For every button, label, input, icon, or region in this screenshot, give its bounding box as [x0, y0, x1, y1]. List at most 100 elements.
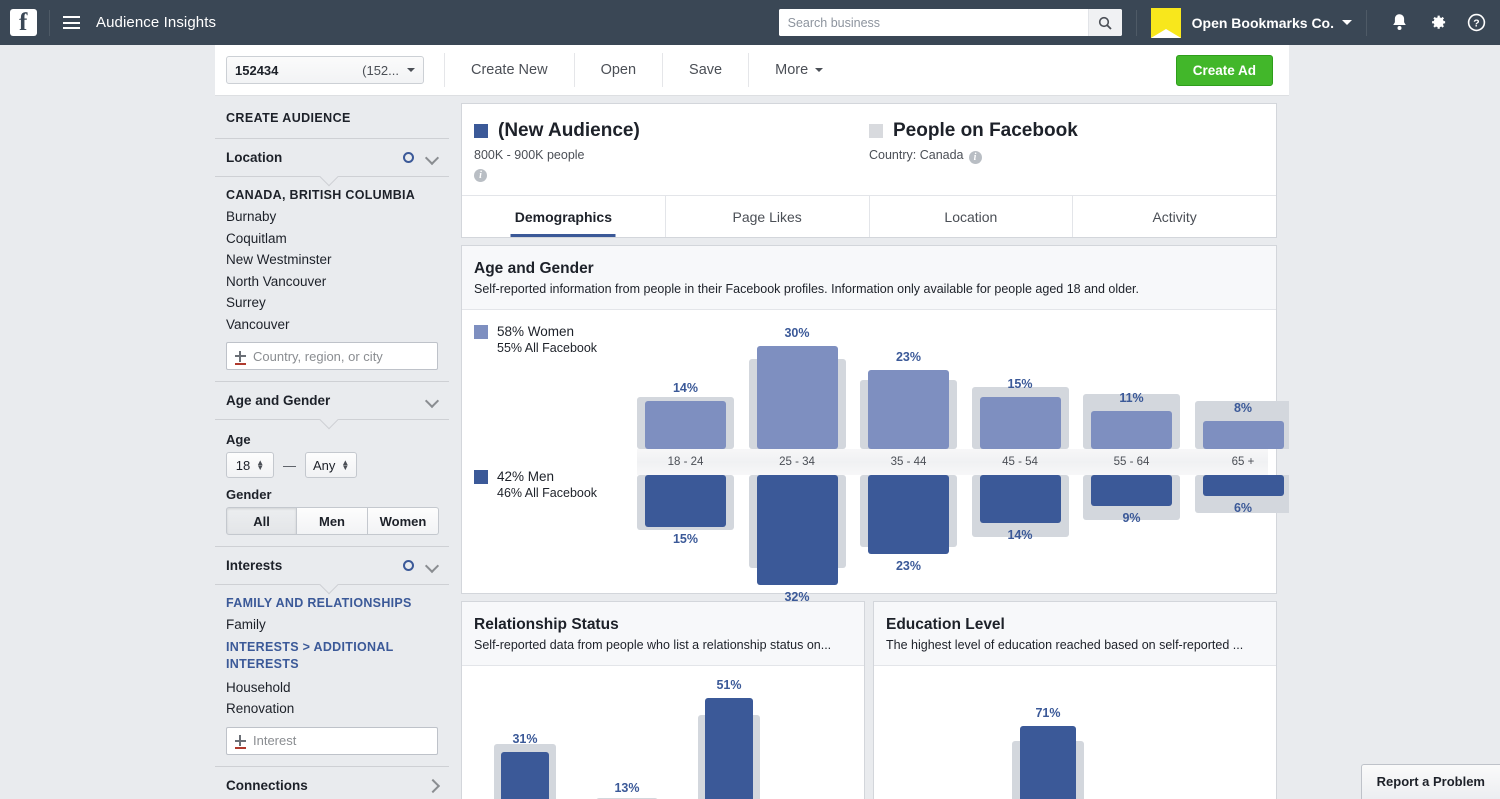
women-bar[interactable] [979, 397, 1061, 449]
location-input[interactable]: Country, region, or city [226, 342, 438, 370]
location-city-item[interactable]: Vancouver [226, 314, 438, 336]
location-city-item[interactable]: Coquitlam [226, 228, 438, 250]
gender-option-women[interactable]: Women [368, 507, 439, 535]
audience-summary-card: (New Audience) 800K - 900K people i Peop… [461, 103, 1277, 238]
age-axis-label: 35 - 44 [890, 456, 927, 468]
age-axis-label: 65 + [1231, 456, 1255, 468]
create-new-button[interactable]: Create New [445, 45, 574, 96]
age-gender-section-header[interactable]: Age and Gender [215, 382, 449, 419]
save-button[interactable]: Save [663, 45, 748, 96]
tab-location[interactable]: Location [868, 196, 1073, 237]
value-bar[interactable] [705, 698, 753, 799]
women-bar[interactable] [756, 345, 838, 449]
hamburger-menu-icon[interactable] [63, 16, 80, 29]
men-bar[interactable] [756, 475, 838, 586]
education-card-header: Education Level The highest level of edu… [874, 602, 1276, 666]
men-bar[interactable] [1091, 475, 1172, 507]
value-bar-label: 31% [512, 732, 538, 747]
svg-text:?: ? [1473, 19, 1479, 30]
men-bar-label: 15% [672, 531, 699, 546]
women-legend: 58% Women 55% All Facebook [474, 324, 597, 355]
value-bar[interactable] [1020, 725, 1076, 799]
more-button[interactable]: More [749, 45, 849, 96]
gender-option-men[interactable]: Men [297, 507, 368, 535]
men-bar[interactable] [1202, 475, 1284, 496]
location-city-item[interactable]: Surrey [226, 292, 438, 314]
info-icon[interactable]: i [474, 169, 487, 182]
interest-item[interactable]: Renovation [226, 698, 438, 720]
tab-demographics[interactable]: Demographics [462, 196, 665, 237]
gender-label: Gender [226, 487, 272, 502]
primary-audience-name: (New Audience) [498, 120, 640, 141]
search-box[interactable] [778, 9, 1122, 36]
chevron-down-icon[interactable] [1342, 20, 1352, 25]
settings-dot-icon[interactable] [403, 152, 414, 163]
location-section-header[interactable]: Location [215, 139, 449, 176]
interest-item[interactable]: Family [226, 614, 438, 636]
location-city-item[interactable]: Burnaby [226, 206, 438, 228]
interests-group1-title[interactable]: FAMILY AND RELATIONSHIPS [226, 596, 438, 610]
men-bar[interactable] [979, 475, 1061, 524]
gender-option-all[interactable]: All [226, 507, 297, 535]
gear-glyph [1432, 15, 1446, 29]
question-mark-glyph: ? [1467, 13, 1486, 32]
tab-activity[interactable]: Activity [1072, 196, 1276, 237]
age-gender-card: Age and Gender Self-reported information… [461, 245, 1289, 604]
search-input[interactable] [778, 9, 1088, 36]
info-icon[interactable]: i [968, 151, 982, 164]
women-bar[interactable] [645, 400, 726, 449]
audience-selector-dropdown[interactable]: 152434 (152... [226, 56, 424, 84]
report-a-problem-button[interactable]: Report a Problem [1360, 764, 1500, 799]
compare-audience-country: Country: Canada i [869, 148, 1264, 164]
location-city-item[interactable]: North Vancouver [226, 271, 438, 293]
facebook-logo-icon[interactable] [10, 8, 37, 38]
interests-section-header[interactable]: Interests [215, 547, 449, 584]
search-icon[interactable] [1087, 9, 1122, 36]
age-bar-group[interactable]: 23% 23% 35 - 44 [860, 310, 957, 593]
location-city-item[interactable]: New Westminster [226, 249, 438, 271]
compare-audience-title-row: People on Facebook [869, 120, 1264, 142]
gender-segmented-control: All Men Women [226, 507, 439, 535]
interest-input-placeholder: Interest [253, 733, 297, 748]
chevron-down-icon[interactable] [427, 395, 438, 406]
section-notch [319, 584, 341, 595]
age-min-stepper[interactable]: 18 ▲ ▼ [226, 452, 274, 478]
men-bar[interactable] [645, 475, 726, 527]
age-bar-group[interactable]: 15% 14% 45 - 54 [971, 310, 1069, 593]
chevron-down-icon[interactable] [427, 560, 438, 571]
help-icon[interactable]: ? [1467, 13, 1486, 32]
settings-dot-icon[interactable] [403, 560, 414, 571]
men-bar-label: 9% [1122, 511, 1141, 526]
chevron-right-icon[interactable] [427, 780, 438, 791]
interests-group2-title[interactable]: INTERESTS > ADDITIONAL INTERESTS [226, 639, 438, 673]
age-bar-group[interactable]: 11% 9% 55 - 64 [1083, 310, 1180, 593]
sidebar-section-connections: Connections [215, 765, 449, 799]
tab-page-likes[interactable]: Page Likes [664, 196, 869, 237]
women-bar[interactable] [1202, 421, 1284, 449]
men-bar[interactable] [868, 475, 949, 555]
age-max-stepper[interactable]: Any ▲ ▼ [305, 452, 358, 478]
interests-title: Interests [226, 558, 283, 573]
chevron-down-icon[interactable] [427, 152, 438, 163]
age-gender-card-header: Age and Gender Self-reported information… [462, 246, 1276, 310]
sidebar-section-location: Location [215, 139, 449, 177]
age-bar-group[interactable]: 8% 6% 65 + [1194, 310, 1289, 593]
connections-section-header[interactable]: Connections [215, 767, 449, 799]
business-name[interactable]: Open Bookmarks Co. [1192, 15, 1334, 31]
create-ad-button[interactable]: Create Ad [1175, 54, 1273, 86]
education-card-description: The highest level of education reached b… [886, 638, 1244, 652]
women-bar[interactable] [868, 369, 949, 449]
age-bar-group[interactable]: 30% 32% 25 - 34 [748, 310, 846, 604]
audience-summary: (New Audience) 800K - 900K people i Peop… [462, 104, 1276, 195]
interest-item[interactable]: Household [226, 677, 438, 699]
bell-icon[interactable] [1391, 13, 1408, 32]
women-bar[interactable] [1091, 411, 1172, 449]
gear-icon[interactable] [1428, 13, 1447, 32]
value-bar[interactable] [501, 752, 549, 799]
relationship-status-card: Relationship Status Self-reported data f… [461, 601, 865, 799]
age-bar-group[interactable]: 14% 15% 18 - 24 [637, 310, 734, 593]
business-avatar[interactable] [1150, 7, 1181, 38]
interest-input[interactable]: Interest [226, 726, 438, 755]
chevron-down-icon [815, 68, 824, 72]
open-button[interactable]: Open [575, 45, 662, 96]
